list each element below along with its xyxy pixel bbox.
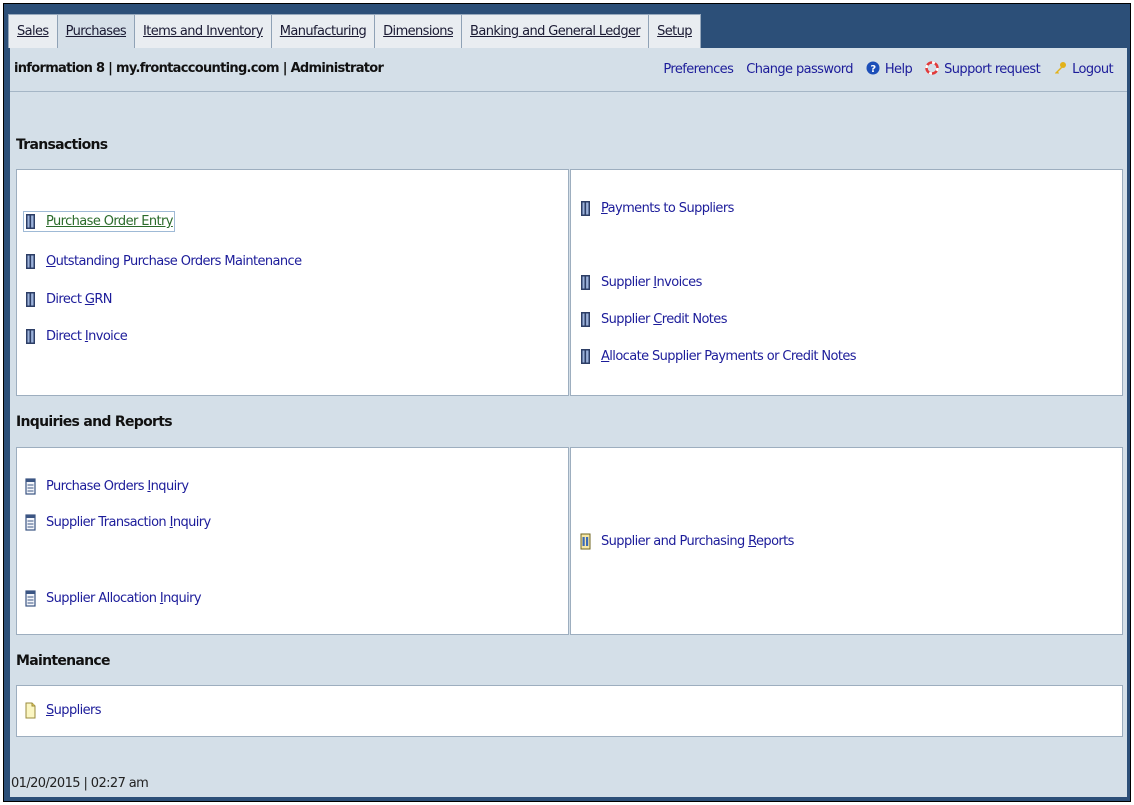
supplier-allocation-inquiry-link[interactable]: Supplier Allocation Inquiry — [25, 590, 202, 607]
link-label: Supplier Invoices — [601, 275, 702, 290]
suppliers-link[interactable]: Suppliers — [25, 702, 102, 719]
link-label: Payments to Suppliers — [601, 201, 734, 216]
report-icon — [580, 533, 591, 550]
inquiries-right-panel: Supplier and Purchasing Reports — [570, 447, 1123, 635]
key-icon — [1055, 62, 1067, 74]
supplier-and-purchasing-reports-link[interactable]: Supplier and Purchasing Reports — [580, 533, 794, 550]
document-icon — [25, 514, 36, 531]
tab-manufacturing[interactable]: Manufacturing — [271, 15, 376, 48]
tab-sales[interactable]: Sales — [9, 15, 58, 48]
direct-grn-link[interactable]: Direct GRN — [25, 291, 112, 308]
top-bar: information 8 | my.frontaccounting.com |… — [10, 48, 1127, 92]
link-label: Supplier Transaction Inquiry — [46, 515, 211, 530]
maintenance-panel: Suppliers — [16, 685, 1123, 737]
tab-items-and-inventory[interactable]: Items and Inventory — [135, 15, 272, 48]
support-request-label: Support request — [944, 62, 1041, 77]
purchase-order-entry-link[interactable]: Purchase Order Entry — [23, 211, 175, 232]
logout-link[interactable]: Logout — [1053, 61, 1114, 77]
document-icon — [25, 478, 36, 495]
page-content: information 8 | my.frontaccounting.com |… — [10, 48, 1127, 797]
link-label: Purchase Orders Inquiry — [46, 479, 189, 494]
book-icon — [26, 254, 35, 269]
support-request-link[interactable]: Support request — [925, 61, 1041, 77]
change-password-link[interactable]: Change password — [746, 62, 853, 77]
outstanding-purchase-orders-maintenance-link[interactable]: Outstanding Purchase Orders Maintenance — [25, 253, 302, 270]
purchase-orders-inquiry-link[interactable]: Purchase Orders Inquiry — [25, 478, 189, 495]
link-label: Supplier and Purchasing Reports — [601, 534, 794, 549]
tab-setup[interactable]: Setup — [649, 15, 700, 48]
transactions-right-panel: Payments to Suppliers Supplier Invoices … — [570, 169, 1123, 396]
link-label: Supplier Allocation Inquiry — [46, 591, 202, 606]
link-label: Direct GRN — [46, 292, 112, 307]
lifebuoy-icon — [925, 61, 939, 75]
help-link[interactable]: ? Help — [866, 61, 913, 77]
section-title-transactions: Transactions — [16, 137, 108, 153]
allocate-supplier-payments-link[interactable]: Allocate Supplier Payments or Credit Not… — [580, 348, 857, 365]
link-label: Purchase Order Entry — [46, 214, 173, 229]
book-icon — [581, 349, 590, 364]
supplier-invoices-link[interactable]: Supplier Invoices — [580, 274, 702, 291]
link-label: Outstanding Purchase Orders Maintenance — [46, 254, 302, 269]
transactions-left-panel: Purchase Order Entry Outstanding Purchas… — [16, 169, 569, 396]
book-icon — [581, 312, 590, 327]
logout-label: Logout — [1072, 62, 1114, 77]
book-icon — [26, 292, 35, 307]
book-icon — [581, 201, 590, 216]
tab-dimensions[interactable]: Dimensions — [375, 15, 463, 48]
book-icon — [26, 329, 35, 344]
section-title-maintenance: Maintenance — [16, 653, 111, 669]
link-label: Direct Invoice — [46, 329, 128, 344]
payments-to-suppliers-link[interactable]: Payments to Suppliers — [580, 200, 734, 217]
svg-text:?: ? — [870, 64, 876, 75]
link-label: Suppliers — [46, 703, 102, 718]
book-icon — [581, 275, 590, 290]
direct-invoice-link[interactable]: Direct Invoice — [25, 328, 128, 345]
tab-banking-and-general-ledger[interactable]: Banking and General Ledger — [462, 15, 650, 48]
tab-purchases[interactable]: Purchases — [57, 15, 136, 48]
note-icon — [25, 702, 36, 719]
link-label: Supplier Credit Notes — [601, 312, 727, 327]
user-links: Preferences Change password ? Help Suppo… — [663, 61, 1114, 77]
supplier-transaction-inquiry-link[interactable]: Supplier Transaction Inquiry — [25, 514, 211, 531]
help-label: Help — [884, 62, 913, 77]
company-info: information 8 | my.frontaccounting.com |… — [14, 61, 384, 76]
section-title-inquiries-and-reports: Inquiries and Reports — [16, 414, 173, 430]
preferences-link[interactable]: Preferences — [663, 62, 733, 77]
footer-datetime: 01/20/2015 | 02:27 am — [11, 776, 149, 791]
main-tabs: Sales Purchases Items and Inventory Manu… — [8, 14, 701, 48]
link-label: Allocate Supplier Payments or Credit Not… — [601, 349, 857, 364]
inquiries-left-panel: Purchase Orders Inquiry Supplier Transac… — [16, 447, 569, 635]
supplier-credit-notes-link[interactable]: Supplier Credit Notes — [580, 311, 727, 328]
book-icon — [26, 214, 35, 229]
document-icon — [25, 590, 36, 607]
help-icon: ? — [866, 61, 880, 75]
